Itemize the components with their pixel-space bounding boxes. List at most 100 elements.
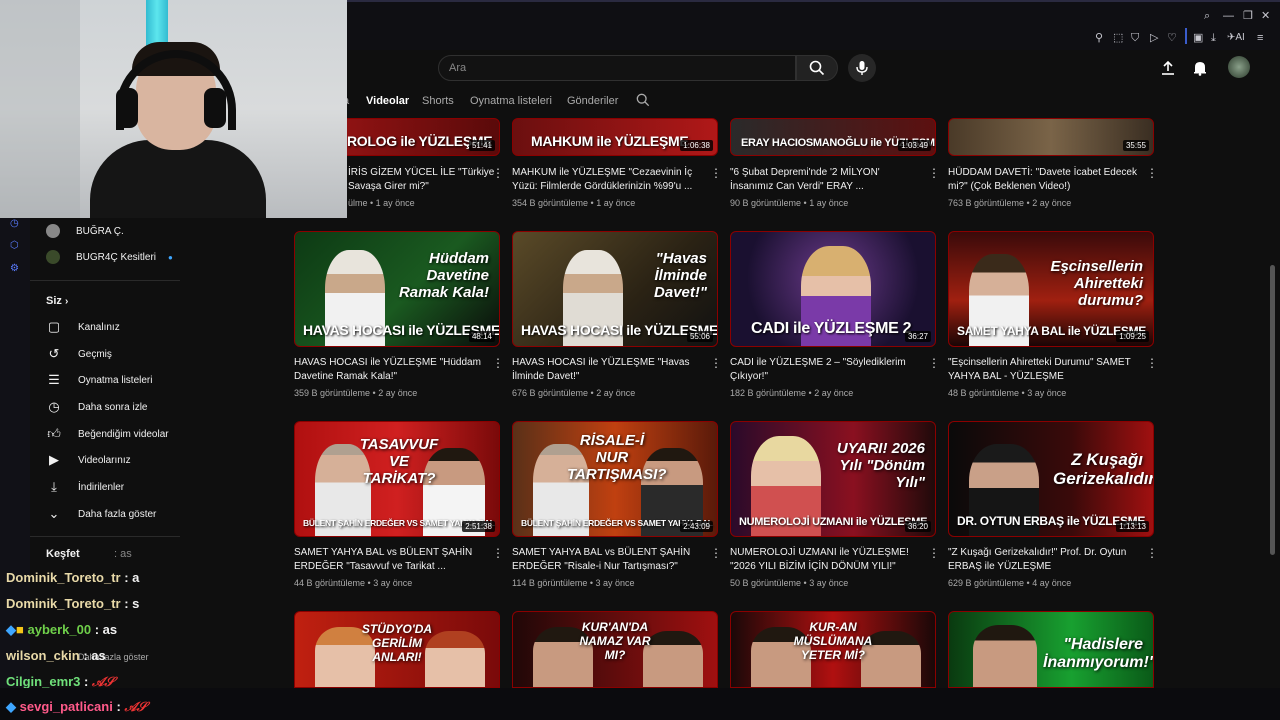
video-title[interactable]: CADI ile YÜZLEŞME 2 – "Söylediklerim Çık… [730, 356, 920, 384]
close-icon[interactable]: ✕ [1261, 10, 1270, 22]
video-thumbnail[interactable]: TASAVVUF VE TARİKAT? BÜLENT ŞAHİN ERDEĞE… [294, 421, 500, 537]
minimize-icon[interactable]: — [1223, 10, 1234, 22]
video-thumbnail[interactable]: 35:55 [948, 118, 1154, 156]
search-button[interactable] [796, 55, 838, 81]
video-title[interactable]: HAVAS HOCASI ile YÜZLEŞME "Havas İlminde… [512, 356, 702, 384]
more-options-icon[interactable]: ⋮ [710, 356, 722, 370]
upload-button[interactable] [1157, 57, 1179, 79]
more-options-icon[interactable]: ⋮ [492, 546, 504, 560]
more-options-icon[interactable]: ⋮ [710, 166, 722, 180]
thumbnail-headline: KUR-AN MÜSLÜMANA YETER Mİ? [793, 620, 873, 662]
settings-icon[interactable]: ⚙ [10, 263, 19, 274]
sidebar-item-label: BUĞRA Ç. [76, 225, 124, 237]
video-thumbnail[interactable]: Eşcinsellerin Ahiretteki durumu? SAMET Y… [948, 231, 1154, 347]
side-rail: ◷ ⬡ ⚙ [0, 218, 30, 688]
sidebar-item-show-more[interactable]: ⌄ Daha fazla göster [46, 501, 157, 527]
chat-message: Dominik_Toreto_tr : s [6, 596, 139, 611]
section-explore[interactable]: Keşfet [46, 548, 80, 560]
video-title[interactable]: NUMEROLOJİ UZMANI ile YÜZLEŞME! "2026 YI… [730, 546, 920, 574]
tab-shorts[interactable]: Shorts [422, 95, 454, 107]
video-thumbnail[interactable]: "Hadislere İnanmıyorum!" [948, 611, 1154, 688]
video-thumbnail[interactable]: Z Kuşağı Gerizekalıdır DR. OYTUN ERBAŞ i… [948, 421, 1154, 537]
video-meta: 50 B görüntüleme • 3 ay önce [730, 578, 849, 588]
more-options-icon[interactable]: ⋮ [928, 356, 940, 370]
video-title[interactable]: MAHKUM ile YÜZLEŞME "Cezaevinin İç Yüzü:… [512, 166, 702, 194]
more-options-icon[interactable]: ⋮ [492, 166, 504, 180]
sidebar-item-playlists[interactable]: ☰ Oynatma listeleri [46, 367, 152, 393]
search-icon[interactable]: ⌕ [1204, 10, 1210, 22]
scrollbar[interactable] [1270, 265, 1275, 555]
sidebar-item-your-videos[interactable]: ▶ Videolarınız [46, 447, 131, 473]
ai-button[interactable]: ✈AI [1227, 32, 1245, 44]
video-thumbnail[interactable]: MAHKUM ile YÜZLEŞME 1:06:38 [512, 118, 718, 156]
channel-search-button[interactable] [634, 91, 652, 109]
video-thumbnail[interactable]: KUR'AN'DA NAMAZ VAR MI? [512, 611, 718, 688]
video-thumbnail[interactable]: "Havas İlminde Davet!" HAVAS HOCASI ile … [512, 231, 718, 347]
section-you[interactable]: Siz › [46, 295, 68, 307]
sidebar-item-watch-later[interactable]: ◷ Daha sonra izle [46, 394, 147, 420]
video-title[interactable]: "6 Şubat Depremi'nde '2 MİLYON' İnsanımı… [730, 166, 920, 194]
tab-posts[interactable]: Gönderiler [567, 95, 618, 107]
video-title[interactable]: SAMET YAHYA BAL vs BÜLENT ŞAHİN ERDEĞER … [294, 546, 484, 574]
video-title[interactable]: İRİS GİZEM YÜCEL İLE "Türkiye Savaşa Gir… [348, 166, 498, 194]
thumbnail-headline: Hüddam Davetine Ramak Kala! [398, 250, 489, 301]
wallet-icon[interactable]: ▣ [1193, 32, 1203, 44]
sidebar-item-history[interactable]: ↺ Geçmiş [46, 341, 112, 367]
sidebar-item-liked[interactable]: 👍︎ Beğendiğim videolar [46, 421, 168, 447]
download-icon[interactable]: ⤓ [1211, 32, 1216, 44]
bookmark-icon[interactable]: ⚲ [1095, 32, 1103, 44]
video-meta: 44 B görüntüleme • 3 ay önce [294, 578, 413, 588]
avatar[interactable] [1228, 56, 1250, 78]
chat-username: Dominik_Toreto_tr [6, 596, 121, 611]
play-icon[interactable]: ▷ [1150, 32, 1158, 44]
more-options-icon[interactable]: ⋮ [710, 546, 722, 560]
video-thumbnail[interactable]: Hüddam Davetine Ramak Kala! HAVAS HOCASI… [294, 231, 500, 347]
video-title[interactable]: "Z Kuşağı Gerizekalıdır!" Prof. Dr. Oytu… [948, 546, 1138, 574]
sidebar-sub-bugra[interactable]: BUĞRA Ç. [46, 218, 124, 244]
sidebar-sub-kesitleri[interactable]: BUGR4Ç Kesitleri ● [46, 244, 173, 270]
tab-videos[interactable]: Videolar [366, 95, 409, 107]
more-options-icon[interactable]: ⋮ [492, 356, 504, 370]
video-thumbnail[interactable]: ERAY HACIOSMANOĞLU ile YÜZLEŞME 1:03:49 [730, 118, 936, 156]
upload-icon [1162, 60, 1174, 75]
chat-message: wilson_ckin : as [6, 648, 106, 663]
more-options-icon[interactable]: ⋮ [1146, 546, 1158, 560]
sidebar-item-label: Oynatma listeleri [78, 374, 153, 386]
video-duration: 35:55 [1122, 140, 1149, 151]
more-options-icon[interactable]: ⋮ [928, 546, 940, 560]
heart-icon[interactable]: ♡ [1167, 32, 1177, 44]
ai-label: AI [1235, 32, 1245, 43]
video-duration: 36:20 [904, 521, 931, 532]
shield-icon[interactable]: ⛉ [1131, 32, 1139, 44]
sidebar-item-channel[interactable]: ▢ Kanalınız [46, 314, 120, 340]
video-thumbnail[interactable]: UYARI! 2026 Yılı "Dönüm Yılı" NUMEROLOJİ… [730, 421, 936, 537]
video-thumbnail[interactable]: STÜDYO'DA GERİLİM ANLARI! [294, 611, 500, 688]
video-duration: 36:27 [904, 331, 931, 342]
sidebar-item-downloads[interactable]: ⤓ İndirilenler [46, 474, 124, 500]
history-icon: ↺ [48, 346, 60, 361]
clock-icon[interactable]: ◷ [10, 218, 19, 229]
video-title[interactable]: SAMET YAHYA BAL vs BÜLENT ŞAHİN ERDEĞER … [512, 546, 702, 574]
notifications-button[interactable] [1189, 57, 1211, 79]
restore-icon[interactable]: ❐ [1243, 10, 1253, 22]
chevron-down-icon: ⌄ [48, 506, 60, 521]
video-thumbnail[interactable]: RİSALE-İ NUR TARTIŞMASI? BÜLENT ŞAHİN ER… [512, 421, 718, 537]
more-options-icon[interactable]: ⋮ [1146, 356, 1158, 370]
video-duration: 1:03:49 [898, 140, 931, 151]
more-options-icon[interactable]: ⋮ [928, 166, 940, 180]
playlist-icon: ☰ [48, 372, 60, 387]
more-options-icon[interactable]: ⋮ [1146, 166, 1158, 180]
video-title[interactable]: "Eşcinsellerin Ahiretteki Durumu" SAMET … [948, 356, 1138, 384]
activity-icon[interactable]: ⬡ [10, 240, 19, 251]
video-title[interactable]: HAVAS HOCASI ile YÜZLEŞME "Hüddam Daveti… [294, 356, 484, 384]
video-duration: 1:06:38 [680, 140, 713, 151]
video-thumbnail[interactable]: CADI ile YÜZLEŞME 2 36:27 [730, 231, 936, 347]
voice-search-button[interactable] [848, 54, 876, 82]
video-thumbnail[interactable]: KUR-AN MÜSLÜMANA YETER Mİ? [730, 611, 936, 688]
chat-text: : as [94, 622, 118, 637]
tab-playlists[interactable]: Oynatma listeleri [470, 95, 552, 107]
video-title[interactable]: HÜDDAM DAVETİ: "Davete İcabet Edecek mi?… [948, 166, 1138, 194]
search-input[interactable]: Ara [438, 55, 796, 81]
menu-icon[interactable]: ≡ [1257, 32, 1263, 44]
screenshot-icon[interactable]: ⬚ [1113, 32, 1123, 44]
